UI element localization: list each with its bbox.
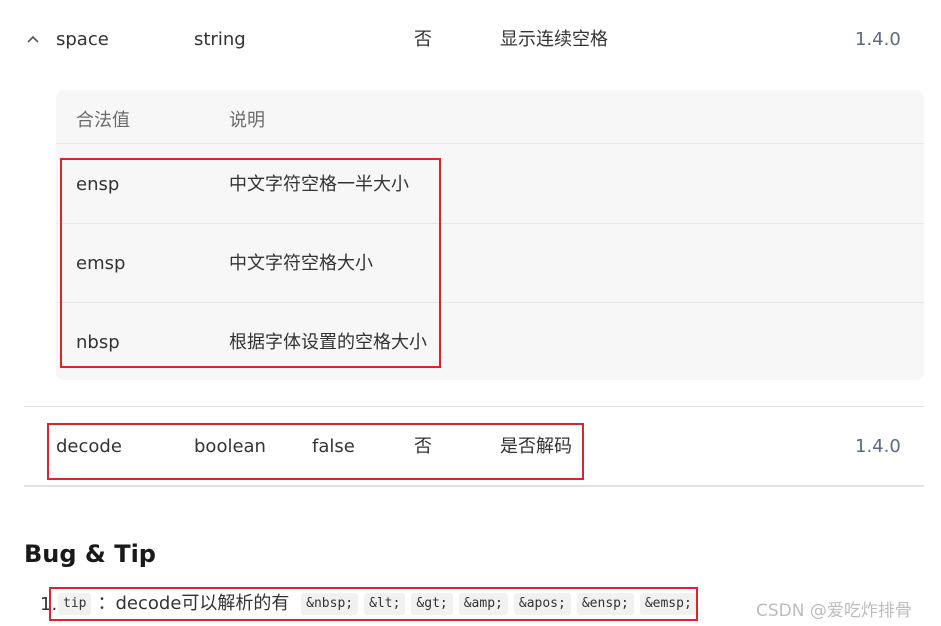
divider xyxy=(24,485,924,487)
param-version-space: 1.4.0 xyxy=(855,29,901,50)
watermark: CSDN @爱吃炸排骨 xyxy=(756,601,912,621)
highlight-box xyxy=(49,587,698,621)
sub-header-desc: 说明 xyxy=(229,110,265,131)
chevron-up-icon[interactable] xyxy=(26,32,40,46)
divider xyxy=(56,143,924,144)
sub-header-value: 合法值 xyxy=(76,110,130,131)
param-type-space: string xyxy=(194,29,246,50)
param-name-space: space xyxy=(56,29,109,50)
param-version-decode: 1.4.0 xyxy=(855,436,901,457)
param-desc-space: 显示连续空格 xyxy=(500,29,608,50)
highlight-box xyxy=(60,158,441,368)
highlight-box xyxy=(47,423,584,480)
section-heading: Bug & Tip xyxy=(24,540,156,568)
divider xyxy=(24,406,924,407)
param-required-space: 否 xyxy=(414,29,432,50)
